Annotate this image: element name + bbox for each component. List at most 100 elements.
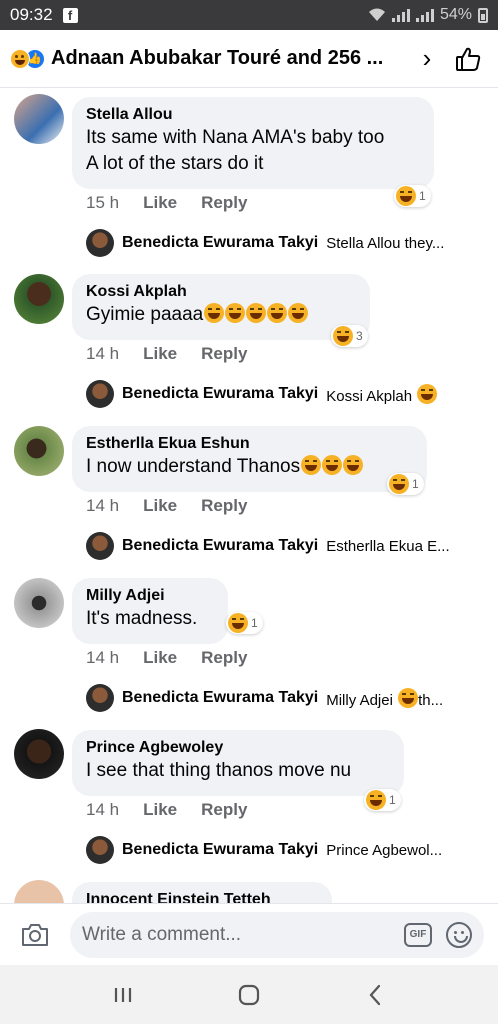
reaction-icons: 👍 xyxy=(10,48,45,69)
comment-time: 14 h xyxy=(86,800,120,819)
reply-button[interactable]: Reply xyxy=(201,648,247,668)
reply-button[interactable]: Reply xyxy=(201,800,247,820)
comment-bubble[interactable]: Kossi Akplah Gyimie paaaa xyxy=(72,274,370,340)
emoji-icon[interactable] xyxy=(446,921,472,948)
like-button[interactable]: Like xyxy=(143,648,177,668)
laughing-emoji-icon xyxy=(301,455,322,475)
reply-author: Benedicta Ewurama Takyi xyxy=(122,689,319,706)
comments-list[interactable]: Stella Allou Its same with Nana AMA's ba… xyxy=(0,88,498,903)
comment-actions: 14 h Like Reply xyxy=(86,496,247,516)
reply-button[interactable]: Reply xyxy=(201,496,247,516)
comment-bubble[interactable]: Stella Allou Its same with Nana AMA's ba… xyxy=(72,97,434,189)
comment-input-placeholder: Write a comment... xyxy=(82,923,242,945)
gif-button[interactable]: GIF xyxy=(404,922,432,947)
commenter-name[interactable]: Innocent Einstein Tetteh xyxy=(86,890,318,903)
haha-reaction-icon xyxy=(396,186,416,206)
comment-text: It's madness. xyxy=(86,608,198,629)
comment-input[interactable]: Write a comment... GIF xyxy=(70,911,484,958)
laughing-emoji-icon xyxy=(343,455,364,475)
avatar[interactable] xyxy=(14,578,64,628)
reactors-title[interactable]: Adnaan Abubakar Touré and 256 ... xyxy=(51,47,383,70)
chevron-right-icon[interactable]: › xyxy=(412,43,442,74)
reply-preview[interactable]: Benedicta Ewurama Takyi Estherlla Ekua E… xyxy=(86,532,486,560)
comment-time: 14 h xyxy=(86,496,120,515)
comment-time: 15 h xyxy=(86,193,120,212)
avatar[interactable] xyxy=(14,274,64,324)
haha-reaction-icon xyxy=(228,613,248,633)
comment-bubble[interactable]: Prince Agbewoley I see that thing thanos… xyxy=(72,730,404,796)
rofl-emoji-icon xyxy=(204,303,225,323)
reply-author: Benedicta Ewurama Takyi xyxy=(122,841,319,858)
avatar xyxy=(86,380,114,408)
post-reactions-header[interactable]: 👍 Adnaan Abubakar Touré and 256 ... › xyxy=(0,30,498,88)
comment-time: 14 h xyxy=(86,344,120,363)
signal-icon-2 xyxy=(415,8,434,22)
haha-reaction-icon xyxy=(389,474,409,494)
reply-button[interactable]: Reply xyxy=(201,344,247,364)
comment-bubble[interactable]: Estherlla Ekua Eshun I now understand Th… xyxy=(72,426,427,492)
home-button[interactable] xyxy=(229,975,269,1015)
commenter-name[interactable]: Prince Agbewoley xyxy=(86,738,390,758)
like-button[interactable]: Like xyxy=(143,800,177,820)
camera-icon xyxy=(22,923,48,946)
status-time: 09:32 xyxy=(10,5,53,24)
status-bar: 09:32 f 54% xyxy=(0,0,498,30)
avatar xyxy=(86,684,114,712)
comment-reaction-count[interactable]: 1 xyxy=(394,185,431,207)
reply-snippet: Milly Adjei th... xyxy=(326,687,443,709)
avatar[interactable] xyxy=(14,880,64,903)
back-button[interactable] xyxy=(355,975,395,1015)
signal-icon xyxy=(391,8,410,22)
reply-preview[interactable]: Benedicta Ewurama Takyi Stella Allou the… xyxy=(86,229,486,257)
comment-reaction-count[interactable]: 1 xyxy=(387,473,424,495)
recents-icon xyxy=(114,987,132,1002)
comment-actions: 14 h Like Reply xyxy=(86,344,247,364)
thumbs-up-icon xyxy=(456,47,481,71)
like-button[interactable]: Like xyxy=(143,193,177,213)
comment-actions: 14 h Like Reply xyxy=(86,648,247,668)
commenter-name[interactable]: Estherlla Ekua Eshun xyxy=(86,434,413,454)
commenter-name[interactable]: Milly Adjei xyxy=(86,586,214,606)
avatar xyxy=(86,836,114,864)
haha-reaction-icon xyxy=(333,326,353,346)
reply-preview[interactable]: Benedicta Ewurama Takyi Kossi Akplah xyxy=(86,380,486,408)
like-button[interactable]: Like xyxy=(143,496,177,516)
rofl-emoji-icon xyxy=(417,383,438,404)
comment-time: 14 h xyxy=(86,648,120,667)
comment-reaction-count[interactable]: 1 xyxy=(226,612,263,634)
comment-text: Gyimie paaaa xyxy=(86,302,356,328)
haha-reaction-icon xyxy=(366,790,386,810)
reply-button[interactable]: Reply xyxy=(201,193,247,213)
comment-actions: 14 h Like Reply xyxy=(86,800,247,820)
avatar[interactable] xyxy=(14,426,64,476)
reply-preview[interactable]: Benedicta Ewurama Takyi Prince Agbewol..… xyxy=(86,836,486,864)
rofl-emoji-icon xyxy=(288,303,309,323)
avatar xyxy=(86,532,114,560)
reply-author: Benedicta Ewurama Takyi xyxy=(122,234,319,251)
commenter-name[interactable]: Stella Allou xyxy=(86,105,420,125)
reply-snippet: Kossi Akplah xyxy=(326,383,438,405)
comment-reaction-count[interactable]: 3 xyxy=(331,325,368,347)
avatar[interactable] xyxy=(14,94,64,144)
camera-button[interactable] xyxy=(14,914,56,956)
comment-reaction-count[interactable]: 1 xyxy=(364,789,401,811)
like-button[interactable]: Like xyxy=(143,344,177,364)
avatar xyxy=(86,229,114,257)
reply-author: Benedicta Ewurama Takyi xyxy=(122,537,319,554)
like-post-button[interactable] xyxy=(448,39,488,79)
reply-snippet: Stella Allou they... xyxy=(326,234,445,252)
reply-snippet: Estherlla Ekua E... xyxy=(326,537,450,555)
battery-icon xyxy=(478,7,488,23)
reply-preview[interactable]: Benedicta Ewurama Takyi Milly Adjei th..… xyxy=(86,684,486,712)
system-nav-bar xyxy=(0,965,498,1024)
avatar[interactable] xyxy=(14,729,64,779)
recent-apps-button[interactable] xyxy=(103,975,143,1015)
reply-snippet: Prince Agbewol... xyxy=(326,841,443,859)
comment-text: I now understand Thanos xyxy=(86,454,413,480)
wifi-icon xyxy=(368,8,385,21)
commenter-name[interactable]: Kossi Akplah xyxy=(86,282,356,302)
facebook-notification-icon: f xyxy=(62,7,78,23)
laughing-emoji-icon xyxy=(322,455,343,475)
comment-bubble[interactable]: Innocent Einstein Tetteh xyxy=(72,882,332,903)
comment-bubble[interactable]: Milly Adjei It's madness. xyxy=(72,578,228,644)
